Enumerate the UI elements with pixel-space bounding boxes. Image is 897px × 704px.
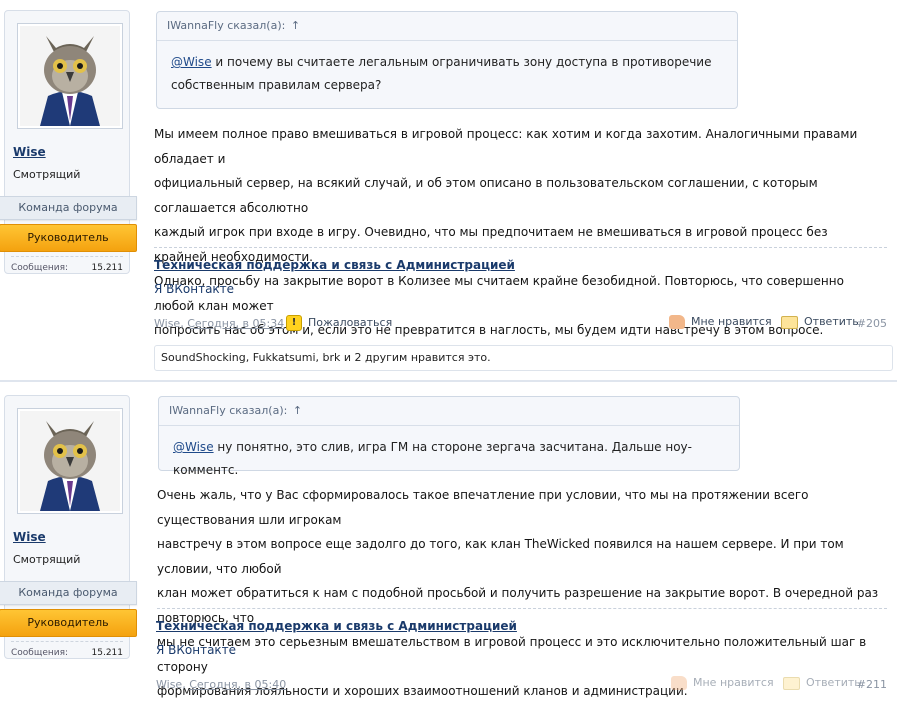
post-author-date: Wise, Сегодня, в 05:40 xyxy=(156,678,286,691)
username-link[interactable]: Wise xyxy=(13,530,46,544)
message-line: мы не считаем это серьезным вмешательств… xyxy=(157,635,867,674)
quote-block: IWannaFly сказал(а): ↑ @Wise и почему вы… xyxy=(156,11,738,109)
messages-label: Сообщения: xyxy=(11,263,69,273)
reply-bubble-icon xyxy=(783,676,800,690)
quote-text: @Wise ну понятно, это слив, игра ГМ на с… xyxy=(159,426,739,482)
support-link[interactable]: Техническая поддержка и связь с Админист… xyxy=(154,258,515,272)
reply-label: Ответить xyxy=(806,676,861,689)
post-author[interactable]: Wise, xyxy=(156,678,186,691)
jump-to-quote-icon[interactable]: ↑ xyxy=(291,19,300,32)
user-title: Смотрящий xyxy=(13,168,81,181)
report-button[interactable]: ! Пожаловаться xyxy=(286,315,392,331)
mention-link[interactable]: @Wise xyxy=(173,440,214,454)
thumbs-up-icon xyxy=(669,315,685,329)
like-label: Мне нравится xyxy=(691,315,772,328)
quote-header: IWannaFly сказал(а): ↑ xyxy=(157,12,737,41)
quote-author: IWannaFly сказал(а): xyxy=(167,19,286,32)
post-211: Wise Смотрящий Команда форума Руководите… xyxy=(0,386,897,698)
reply-button[interactable]: Ответить xyxy=(783,676,861,690)
like-button[interactable]: Мне нравится xyxy=(671,676,774,690)
reply-label: Ответить xyxy=(804,315,859,328)
role-ribbon: Руководитель xyxy=(0,224,137,252)
vk-link[interactable]: Я ВКонтакте xyxy=(156,643,236,657)
quote-header: IWannaFly сказал(а): ↑ xyxy=(159,397,739,426)
post-meta: Wise, Сегодня, в 05:34 ! Пожаловаться Мне… xyxy=(154,315,887,333)
support-link[interactable]: Техническая поддержка и связь с Админист… xyxy=(156,619,517,633)
avatar[interactable] xyxy=(17,23,123,129)
quote-text: @Wise и почему вы считаете легальным огр… xyxy=(157,41,737,97)
message-line: Мы имеем полное право вмешиваться в игро… xyxy=(154,127,858,166)
quote-author: IWannaFly сказал(а): xyxy=(169,404,288,417)
report-label: Пожаловаться xyxy=(308,316,393,329)
message-body: Мы имеем полное право вмешиваться в игро… xyxy=(154,122,884,343)
warning-icon: ! xyxy=(286,315,302,331)
owl-avatar-icon xyxy=(20,26,120,126)
reply-button[interactable]: Ответить xyxy=(781,315,859,329)
role-ribbon: Руководитель xyxy=(0,609,137,637)
message-body: Очень жаль, что у Вас сформировалось так… xyxy=(157,483,887,704)
group-ribbon: Команда форума xyxy=(0,196,137,220)
post-separator xyxy=(0,380,897,382)
quote-block: IWannaFly сказал(а): ↑ @Wise ну понятно,… xyxy=(158,396,740,477)
post-author[interactable]: Wise, xyxy=(154,317,184,330)
post-205: Wise Смотрящий Команда форума Руководите… xyxy=(0,0,897,378)
message-stats: Сообщения: 15.211 xyxy=(11,256,123,273)
message-stats: Сообщения: 15.211 xyxy=(11,641,123,658)
jump-to-quote-icon[interactable]: ↑ xyxy=(293,404,302,417)
avatar[interactable] xyxy=(17,408,123,514)
username-link[interactable]: Wise xyxy=(13,145,46,159)
reply-bubble-icon xyxy=(781,315,798,329)
message-line: Однако, просьбу на закрытие ворот в Коли… xyxy=(154,274,844,313)
post-meta: Wise, Сегодня, в 05:40 Мне нравится Отве… xyxy=(156,676,887,694)
quote-body: ну понятно, это слив, игра ГМ на стороне… xyxy=(173,440,692,477)
user-info-panel: Wise Смотрящий Команда форума Руководите… xyxy=(0,10,137,274)
likes-summary: SoundShocking, Fukkatsumi, brk и 2 други… xyxy=(154,345,893,371)
thumbs-up-icon xyxy=(671,676,687,690)
group-ribbon: Команда форума xyxy=(0,581,137,605)
signature-divider xyxy=(157,608,887,609)
messages-count: 15.211 xyxy=(91,263,124,273)
message-line: официальный сервер, на всякий случай, и … xyxy=(154,176,818,215)
post-date[interactable]: Сегодня, в 05:40 xyxy=(189,678,286,691)
user-info-panel: Wise Смотрящий Команда форума Руководите… xyxy=(0,395,137,659)
message-line: навстречу в этом вопросе еще задолго до … xyxy=(157,537,844,576)
post-author-date: Wise, Сегодня, в 05:34 xyxy=(154,317,284,330)
like-button[interactable]: Мне нравится xyxy=(669,315,772,329)
owl-avatar-icon xyxy=(20,411,120,511)
user-title: Смотрящий xyxy=(13,553,81,566)
messages-count: 15.211 xyxy=(91,648,124,658)
mention-link[interactable]: @Wise xyxy=(171,55,212,69)
post-date[interactable]: Сегодня, в 05:34 xyxy=(187,317,284,330)
messages-label: Сообщения: xyxy=(11,648,69,658)
quote-body: и почему вы считаете легальным ограничив… xyxy=(171,55,712,92)
message-line: Очень жаль, что у Вас сформировалось так… xyxy=(157,488,809,527)
like-label: Мне нравится xyxy=(693,676,774,689)
post-number-link[interactable]: #205 xyxy=(857,317,887,330)
signature-divider xyxy=(154,247,887,248)
post-number-link[interactable]: #211 xyxy=(857,678,887,691)
vk-link[interactable]: Я ВКонтакте xyxy=(154,282,234,296)
